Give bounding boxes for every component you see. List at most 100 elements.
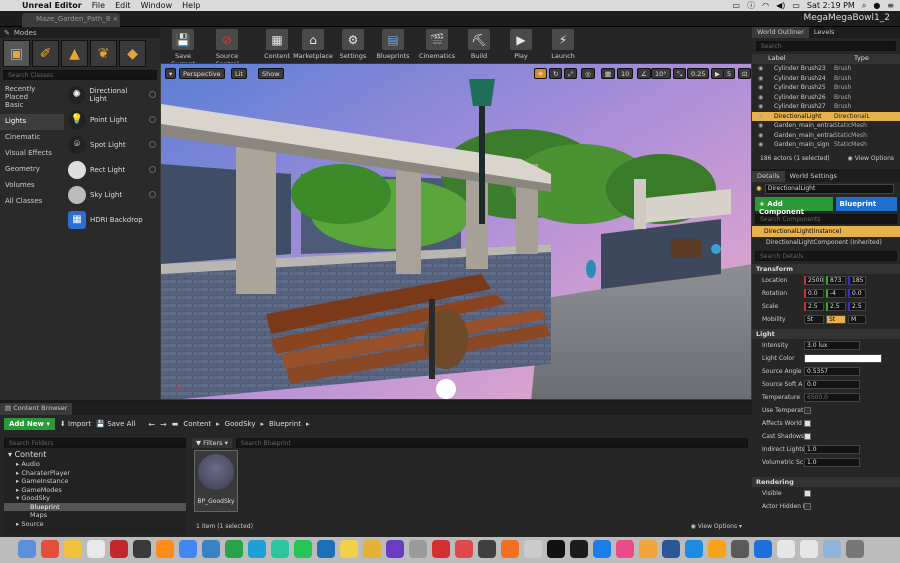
dock-app-icon[interactable] bbox=[340, 540, 358, 558]
dock-app-icon[interactable] bbox=[432, 540, 450, 558]
eye-icon[interactable]: ◉ bbox=[758, 75, 766, 82]
eye-icon[interactable]: ◉ bbox=[758, 122, 766, 129]
eye-icon[interactable]: ◉ bbox=[758, 132, 766, 139]
dock-app-icon[interactable] bbox=[846, 540, 864, 558]
dock-app-icon[interactable] bbox=[639, 540, 657, 558]
tree-item[interactable]: ▾ Content bbox=[4, 449, 186, 460]
launch-button[interactable]: ⚡ Launch bbox=[542, 28, 584, 62]
dock-app-icon[interactable] bbox=[777, 540, 795, 558]
use-temperature-checkbox[interactable] bbox=[804, 407, 811, 414]
affects-world-checkbox[interactable] bbox=[804, 420, 811, 427]
tab-levels[interactable]: Levels bbox=[809, 27, 840, 38]
blueprint-button[interactable]: Blueprint bbox=[835, 197, 897, 211]
mobility-static[interactable]: St bbox=[804, 315, 824, 324]
help-icon[interactable] bbox=[149, 141, 156, 148]
outliner-row[interactable]: ◉ Cylinder Brush23 Brush bbox=[752, 64, 900, 74]
dock-app-icon[interactable] bbox=[317, 540, 335, 558]
user-icon[interactable]: ● bbox=[873, 1, 880, 10]
dock-app-icon[interactable] bbox=[708, 540, 726, 558]
dock-app-icon[interactable] bbox=[294, 540, 312, 558]
foliage-mode-icon[interactable]: ❦ bbox=[90, 40, 117, 67]
dock-app-icon[interactable] bbox=[179, 540, 197, 558]
temperature-field[interactable]: 6500.0 bbox=[804, 393, 860, 402]
save-current-button[interactable]: 💾Save Current bbox=[162, 28, 204, 68]
dock-app-icon[interactable] bbox=[363, 540, 381, 558]
battery-icon[interactable]: ▭ bbox=[792, 1, 800, 10]
outliner-row-selected[interactable]: ◉ DirectionalLight DirectionalL bbox=[752, 111, 900, 121]
scale-y[interactable]: 2.5 bbox=[826, 302, 846, 311]
mobility-stationary[interactable]: St bbox=[826, 315, 846, 324]
paint-mode-icon[interactable]: ✐ bbox=[32, 40, 59, 67]
cinematics-button[interactable]: 🎬 Cinematics bbox=[416, 28, 458, 62]
rotation-z[interactable]: 0.0 bbox=[848, 289, 866, 298]
tree-item[interactable]: ▸ GameInstance bbox=[4, 477, 186, 486]
tab-world-outliner[interactable]: World Outliner bbox=[752, 27, 809, 38]
eye-icon[interactable]: ◉ bbox=[758, 94, 766, 101]
location-x[interactable]: 2500 bbox=[804, 276, 824, 285]
tree-item[interactable]: ▾ GoodSky bbox=[4, 494, 186, 503]
level-viewport[interactable]: ▾ Perspective Lit Show ✥ ↻ ⤢ ◎ ▦ 10 ∠ 10… bbox=[160, 63, 752, 400]
location-z[interactable]: 185 bbox=[848, 276, 866, 285]
translate-tool-icon[interactable]: ✥ bbox=[534, 68, 548, 79]
search-folders-input[interactable]: Search Folders bbox=[4, 438, 186, 448]
viewport-options-button[interactable]: ▾ bbox=[165, 68, 177, 79]
cat-volumes[interactable]: Volumes bbox=[0, 178, 64, 194]
lit-button[interactable]: Lit bbox=[231, 68, 247, 79]
item-point-light[interactable]: 💡 Point Light bbox=[65, 107, 160, 132]
filters-button[interactable]: ▼ Filters ▾ bbox=[192, 437, 232, 448]
geometry-mode-icon[interactable]: ◆ bbox=[119, 40, 146, 67]
outliner-row[interactable]: ◉ Garden_main_entran StaticMesh bbox=[752, 131, 900, 141]
eye-icon[interactable]: ◉ bbox=[758, 113, 766, 120]
dock-app-icon[interactable] bbox=[133, 540, 151, 558]
cast-shadows-checkbox[interactable] bbox=[804, 433, 811, 440]
tree-item[interactable]: ▸ GameModes bbox=[4, 486, 186, 495]
item-spot-light[interactable]: ⌾ Spot Light bbox=[65, 132, 160, 157]
dock-app-icon[interactable] bbox=[662, 540, 680, 558]
show-button[interactable]: Show bbox=[258, 68, 284, 79]
info-icon[interactable]: ⓘ bbox=[747, 0, 755, 11]
mobility-movable[interactable]: M bbox=[848, 315, 866, 324]
eye-icon[interactable]: ◉ bbox=[758, 84, 766, 91]
dock-app-icon[interactable] bbox=[685, 540, 703, 558]
visible-checkbox[interactable] bbox=[804, 490, 811, 497]
tab-world-settings[interactable]: World Settings bbox=[785, 171, 842, 182]
build-button[interactable]: ⛏ Build bbox=[458, 28, 500, 62]
grid-snap-value[interactable]: 10 bbox=[617, 68, 634, 79]
source-angle-field[interactable]: 0.5357 bbox=[804, 367, 860, 376]
transform-section[interactable]: Transform bbox=[752, 264, 900, 274]
cat-cinematic[interactable]: Cinematic bbox=[0, 130, 64, 146]
volumetric-field[interactable]: 1.0 bbox=[804, 458, 860, 467]
col-label[interactable]: Label bbox=[768, 54, 854, 64]
dock-app-icon[interactable] bbox=[731, 540, 749, 558]
breadcrumb-goodsky[interactable]: GoodSky bbox=[225, 420, 256, 428]
back-icon[interactable]: ← bbox=[148, 420, 155, 429]
help-icon[interactable] bbox=[149, 191, 156, 198]
outliner-row[interactable]: ◉ Cylinder Brush27 Brush bbox=[752, 102, 900, 112]
col-type[interactable]: Type bbox=[854, 54, 869, 64]
dock-app-icon[interactable] bbox=[455, 540, 473, 558]
menu-edit[interactable]: Edit bbox=[115, 1, 131, 10]
scale-tool-icon[interactable]: ⤢ bbox=[564, 68, 578, 79]
surface-snap-icon[interactable]: ▦ bbox=[601, 68, 616, 79]
scale-z[interactable]: 2.5 bbox=[848, 302, 866, 311]
search-details-input[interactable]: Search Details bbox=[755, 251, 897, 261]
dock-app-icon[interactable] bbox=[64, 540, 82, 558]
light-section[interactable]: Light bbox=[752, 329, 900, 339]
intensity-field[interactable]: 3.0 lux bbox=[804, 341, 860, 350]
tree-item[interactable]: ▸ CharaterPlayer bbox=[4, 469, 186, 478]
dock-app-icon[interactable] bbox=[547, 540, 565, 558]
asset-view-options[interactable]: ◉ View Options ▾ bbox=[691, 523, 742, 530]
menu-window[interactable]: Window bbox=[141, 1, 173, 10]
dock-app-icon[interactable] bbox=[501, 540, 519, 558]
dock-app-icon[interactable] bbox=[87, 540, 105, 558]
dock-app-icon[interactable] bbox=[386, 540, 404, 558]
instance-row[interactable]: DirectionalLight(Instance) bbox=[752, 226, 900, 237]
light-color-swatch[interactable] bbox=[804, 354, 882, 363]
perspective-button[interactable]: Perspective bbox=[179, 68, 225, 79]
tree-item[interactable]: ▸ Source bbox=[4, 520, 186, 529]
maximize-viewport-icon[interactable]: ⊡ bbox=[738, 68, 751, 79]
camera-speed-value[interactable]: 5 bbox=[723, 68, 736, 79]
dock-app-icon[interactable] bbox=[156, 540, 174, 558]
eye-icon[interactable]: ◉ bbox=[758, 65, 766, 72]
dock-app-icon[interactable] bbox=[823, 540, 841, 558]
